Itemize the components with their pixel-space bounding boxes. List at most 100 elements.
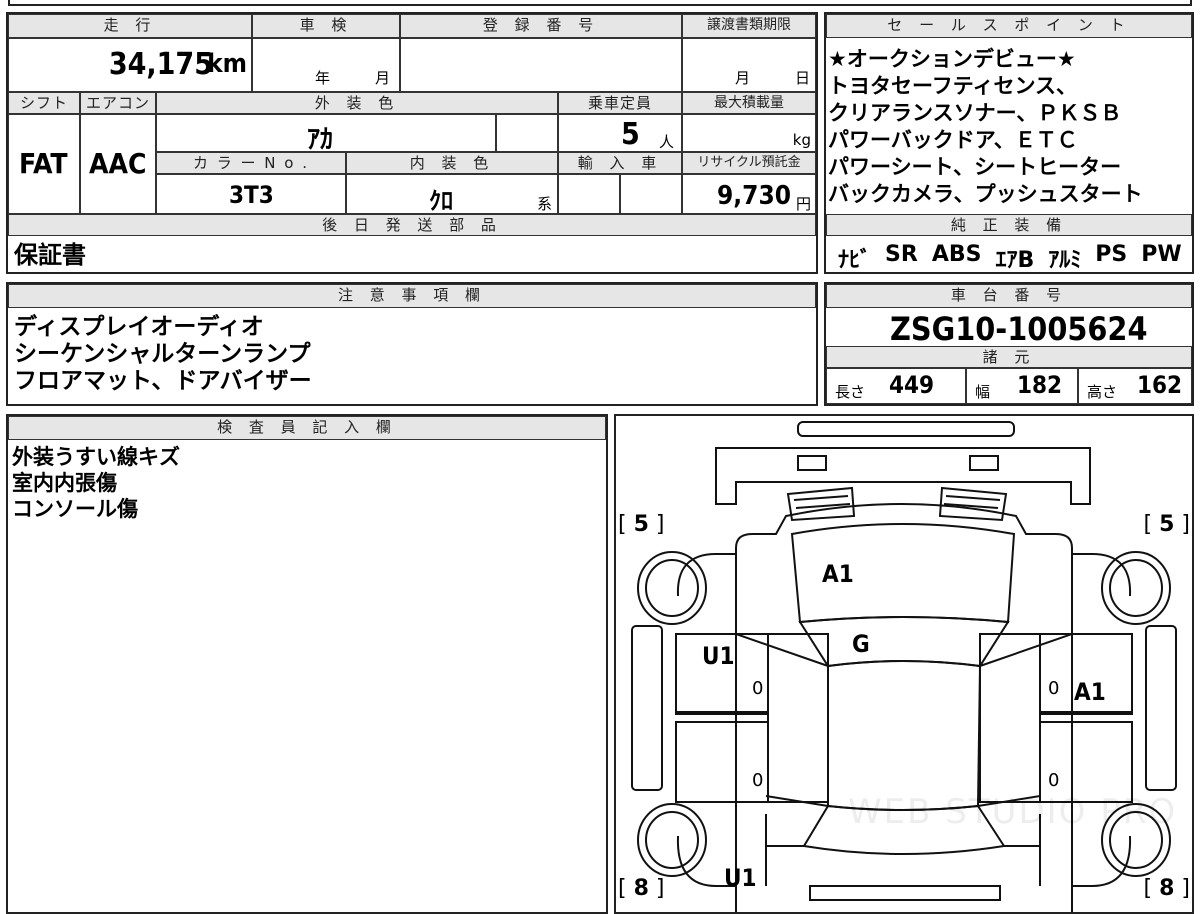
ac-cell: AAC <box>80 114 156 214</box>
mileage-cell: 34,175 km <box>8 38 252 92</box>
equipment-list: ﾅﾋﾞ SR ABS ｴｱB ｱﾙﾐ PS PW <box>838 242 1182 274</box>
colorno-value: 3T3 <box>229 181 274 209</box>
note-line: シーケンシャルターンランプ <box>14 341 311 367</box>
inspector-line: 外装うすい線キズ <box>12 445 180 469</box>
equipment-item: PS <box>1095 242 1128 267</box>
interior-cell: ｸﾛ 系 <box>346 174 558 215</box>
inspector-box: 検 査 員 記 入 欄 外装うすい線キズ 室内内張傷 コンソール傷 <box>6 414 608 914</box>
mileage-unit: km <box>207 49 247 79</box>
import-cell-a <box>558 174 620 214</box>
car-diagram-box: [ 5 ] [ 5 ] [ 8 ] [ 8 ] A1 G U1 A1 U1 0 … <box>614 414 1194 914</box>
length-value: 449 <box>889 371 935 399</box>
height-value: 162 <box>1137 371 1183 399</box>
shaken-header: 車 検 <box>252 14 400 38</box>
right-front-door-mark: A1 <box>1074 678 1106 706</box>
equipment-item: ｴｱB <box>995 248 1035 273</box>
later-parts-value: 保証書 <box>14 241 86 269</box>
shaken-year: 年 <box>315 69 331 87</box>
tire-rear-left-label: [ 8 ] <box>618 876 665 901</box>
vehicle-info-table: 走 行 車 検 登 録 番 号 譲渡書類期限 34,175 km 年 月 月 日… <box>6 12 818 274</box>
equipment-item: SR <box>885 242 918 267</box>
mileage-header: 走 行 <box>8 14 252 38</box>
sales-point-line: クリアランスソナー、ＰＫＳＢ <box>828 101 1122 125</box>
top-strip-cropped <box>8 0 1192 6</box>
sales-point-line: パワーバックドア、ＥＴＣ <box>828 128 1078 152</box>
height-cell: 高さ 162 <box>1078 368 1192 404</box>
transfer-deadline-header: 譲渡書類期限 <box>682 14 816 38</box>
sales-point-line: トヨタセーフティセンス、 <box>828 74 1078 98</box>
colorno-header: カ ラ ー N o . <box>156 152 346 174</box>
length-label: 長さ <box>835 383 866 401</box>
width-value: 182 <box>1017 371 1063 399</box>
height-label: 高さ <box>1087 383 1118 401</box>
sales-point-line: ★オークションデビュー★ <box>828 47 1076 71</box>
shaken-month: 月 <box>375 69 391 87</box>
equipment-item: ﾅﾋﾞ <box>838 248 872 273</box>
ac-header: エアコン <box>80 92 156 114</box>
sales-points-box: セ ー ル ス ポ イ ン ト ★オークションデビュー★ トヨタセーフティセンス… <box>824 12 1194 274</box>
capacity-unit: 人 <box>659 133 675 151</box>
note-line: フロアマット、ドアバイザー <box>14 368 312 394</box>
shaken-cell: 年 月 <box>252 38 400 92</box>
capacity-header: 乗車定員 <box>558 92 682 114</box>
width-label: 幅 <box>975 383 991 401</box>
equipment-item: ｱﾙﾐ <box>1048 248 1082 273</box>
recycle-header: リサイクル預託金 <box>682 152 816 174</box>
exterior-color-header: 外 装 色 <box>156 92 558 114</box>
watermark: WEB STUDIO PRO <box>848 792 1178 832</box>
import-header: 輸 入 車 <box>558 152 682 174</box>
left-front-zero: 0 <box>752 678 764 699</box>
capacity-value: 5 <box>621 117 640 152</box>
right-rear-zero: 0 <box>1048 770 1060 791</box>
registration-cell <box>400 38 682 92</box>
transfer-day: 日 <box>795 69 811 87</box>
shift-cell: FAT <box>8 114 80 214</box>
sales-points-list: ★オークションデビュー★ トヨタセーフティセンス、 クリアランスソナー、ＰＫＳＢ… <box>828 46 1143 208</box>
recycle-unit: 円 <box>795 195 811 213</box>
left-rear-zero: 0 <box>752 770 764 791</box>
maxload-header: 最大積載量 <box>682 92 816 114</box>
interior-header: 内 装 色 <box>346 152 558 174</box>
note-line: ディスプレイオーディオ <box>14 314 264 340</box>
mileage-value: 34,175 <box>108 47 213 82</box>
inspector-list: 外装うすい線キズ 室内内張傷 コンソール傷 <box>12 444 180 522</box>
registration-header: 登 録 番 号 <box>400 14 682 38</box>
interior-value: ｸﾛ <box>429 187 453 215</box>
chassis-number: ZSG10-1005624 <box>890 310 1148 348</box>
capacity-cell: 5 人 <box>558 114 682 152</box>
equipment-item: PW <box>1141 242 1182 267</box>
transfer-month: 月 <box>735 69 751 87</box>
right-front-zero: 0 <box>1048 678 1060 699</box>
transfer-cell: 月 日 <box>682 38 816 92</box>
equipment-item: ABS <box>931 242 982 267</box>
exterior-color-cell: ｱｶ <box>156 114 496 155</box>
rear-bottom-mark: U1 <box>724 864 757 892</box>
later-parts-header: 後 日 発 送 部 品 <box>8 214 816 236</box>
exterior-color-value: ｱｶ <box>307 125 334 155</box>
interior-unit: 系 <box>537 195 553 213</box>
sales-point-line: バックカメラ、プッシュスタート <box>828 182 1143 206</box>
ac-value: AAC <box>89 147 147 180</box>
hood-damage-mark: A1 <box>822 560 854 588</box>
inspector-line: 室内内張傷 <box>12 471 117 495</box>
shift-value: FAT <box>19 147 68 180</box>
exterior-color-extra-cell <box>496 114 558 152</box>
tire-front-left-label: [ 5 ] <box>618 512 665 537</box>
notes-box: 注 意 事 項 欄 ディスプレイオーディオ シーケンシャルターンランプ フロアマ… <box>6 282 818 406</box>
tire-front-right-label: [ 5 ] <box>1143 512 1190 537</box>
import-cell-b <box>620 174 682 214</box>
chassis-box: 車 台 番 号 ZSG10-1005624 諸 元 長さ 449 幅 182 高… <box>824 282 1194 406</box>
recycle-value: 9,730 <box>717 181 791 211</box>
windshield-mark: G <box>852 630 870 658</box>
colorno-cell: 3T3 <box>156 174 346 214</box>
inspector-line: コンソール傷 <box>12 497 138 521</box>
specs-header: 諸 元 <box>826 346 1192 368</box>
chassis-header: 車 台 番 号 <box>826 284 1192 308</box>
left-front-door-mark: U1 <box>702 642 735 670</box>
width-cell: 幅 182 <box>966 368 1078 404</box>
equipment-header: 純 正 装 備 <box>826 214 1192 236</box>
tire-rear-right-label: [ 8 ] <box>1143 876 1190 901</box>
notes-header: 注 意 事 項 欄 <box>8 284 816 308</box>
length-cell: 長さ 449 <box>826 368 966 404</box>
recycle-cell: 9,730 円 <box>682 174 816 214</box>
